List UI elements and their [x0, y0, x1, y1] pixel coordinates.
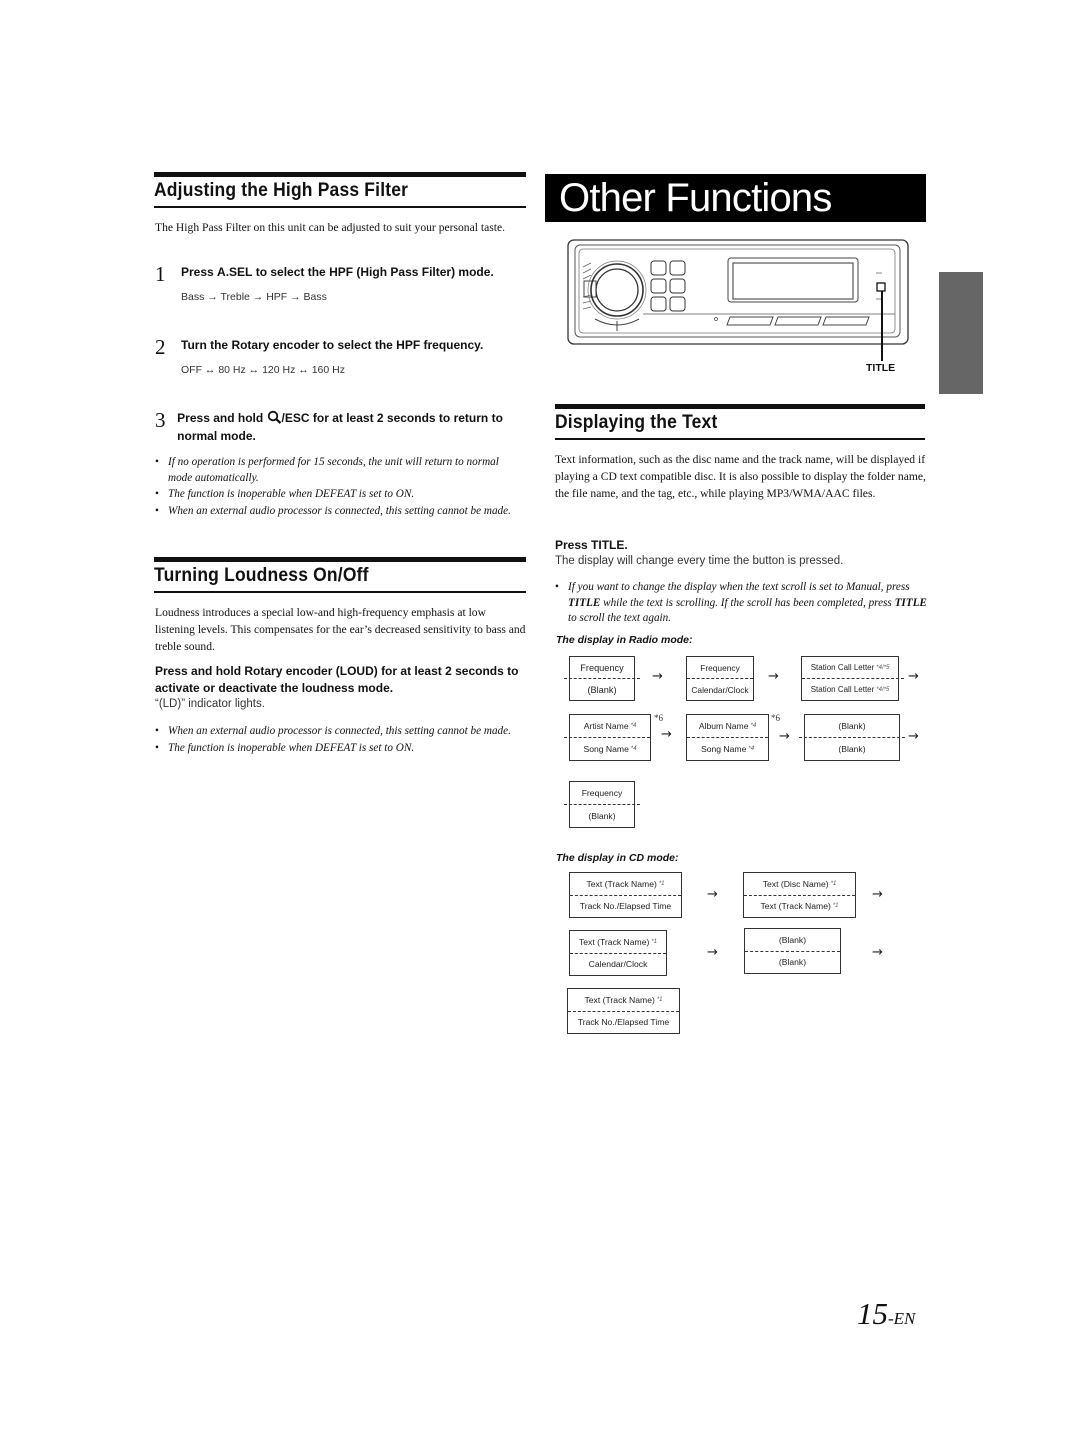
display-text-heading: Displaying the Text [555, 412, 718, 433]
radio-display-box: (Blank) (Blank) [799, 714, 905, 761]
display-line-top: Text (Track Name) *1 [578, 936, 658, 947]
loudness-notes: When an external audio processor is conn… [155, 724, 527, 757]
display-line-top: Station Call Letter *4/*5 [810, 663, 890, 672]
cd-display-box: Text (Track Name) *1 Track No./Elapsed Ti… [569, 872, 682, 918]
radio-display-box: Album Name *4 Song Name *4 [686, 714, 769, 761]
title-instruction-result: The display will change every time the b… [555, 555, 844, 567]
mode-sequence: Bass → Treble → HPF → Bass [181, 291, 327, 303]
display-line-top: Frequency [581, 788, 623, 798]
display-line-top: Text (Disc Name) *1 [762, 878, 837, 889]
radio-display-box: Frequency (Blank) [564, 656, 640, 701]
chapter-side-tab [939, 272, 983, 394]
note-item: When an external audio processor is conn… [155, 504, 525, 520]
display-line-bottom: Track No./Elapsed Time [577, 1017, 670, 1028]
loudness-section-heading: Turning Loudness On/Off [154, 557, 526, 593]
loudness-heading: Turning Loudness On/Off [154, 565, 369, 586]
next-arrow: → [872, 945, 883, 960]
display-line-bottom: (Blank) [588, 811, 616, 821]
key-label: A.SEL [217, 265, 253, 279]
step-number: 2 [155, 335, 166, 359]
display-line-bottom: (Blank) [838, 744, 866, 754]
radio-mode-caption: The display in Radio mode: [556, 634, 693, 646]
next-arrow: → [768, 669, 779, 684]
step-instruction: Turn the Rotary encoder to select the HP… [181, 338, 484, 352]
note-item: The function is inoperable when DEFEAT i… [155, 487, 525, 503]
title-button-label: TITLE [866, 362, 896, 374]
cd-display-box: Text (Track Name) *1 Track No./Elapsed Ti… [567, 988, 680, 1034]
key-label: Rotary encoder [244, 664, 333, 678]
display-line-bottom: Song Name *4 [583, 744, 637, 754]
display-line-top: Frequency [580, 662, 624, 673]
note-item: The function is inoperable when DEFEAT i… [155, 741, 527, 757]
hpf-section-heading: Adjusting the High Pass Filter [154, 172, 526, 208]
radio-display-box: Frequency (Blank) [564, 781, 640, 828]
display-line-top: Frequency [700, 662, 740, 673]
hpf-notes: If no operation is performed for 15 seco… [155, 455, 525, 520]
display-text-section-heading: Displaying the Text [555, 404, 925, 440]
display-text-notes: If you want to change the display when t… [555, 580, 927, 628]
title-instruction: Press TITLE. The display will change eve… [555, 537, 927, 569]
cd-display-box: Text (Track Name) *1 Calendar/Clock [569, 930, 667, 976]
key-label: Rotary encoder [231, 338, 320, 352]
note-item: When an external audio processor is conn… [155, 724, 527, 740]
next-arrow: → [908, 729, 919, 744]
footnote-mark: *6 [654, 713, 663, 723]
hpf-step-2: 2 Turn the Rotary encoder to select the … [155, 335, 525, 377]
display-line-top: (Blank) [838, 721, 866, 731]
step-instruction: Press A.SEL to select the HPF (High Pass… [181, 265, 494, 279]
key-label: TITLE [591, 538, 625, 552]
radio-display-box: Artist Name *4 Song Name *4 [564, 714, 651, 761]
display-line-top: Album Name *4 [698, 721, 757, 731]
cd-display-box: (Blank) (Blank) [744, 928, 841, 974]
next-arrow: → [908, 669, 919, 684]
step-number: 1 [155, 262, 166, 286]
next-arrow: → [779, 729, 790, 744]
step-number: 3 [155, 408, 166, 432]
note-item: If you want to change the display when t… [555, 580, 927, 627]
display-line-bottom: (Blank) [778, 957, 807, 968]
loudness-instruction: Press and hold Rotary encoder (LOUD) for… [155, 663, 527, 712]
page-number: 15-EN [857, 1296, 916, 1331]
next-arrow: → [652, 669, 663, 684]
display-line-bottom: Text (Track Name) *1 [760, 901, 839, 912]
display-line-bottom: Song Name *4 [700, 744, 755, 754]
loudness-result: “(LD)” indicator lights. [155, 698, 265, 710]
search-icon [267, 410, 282, 428]
title-button-leader-line [881, 291, 883, 361]
display-line-top: Text (Track Name) *1 [584, 994, 663, 1005]
chapter-title-banner: Other Functions [545, 174, 926, 222]
display-line-bottom: (Blank) [587, 684, 617, 695]
key-label: LOUD [339, 664, 374, 678]
cd-display-box: Text (Disc Name) *1 Text (Track Name) *1 [743, 872, 856, 918]
display-line-bottom: Calendar/Clock [588, 959, 648, 970]
hpf-step-1: 1 Press A.SEL to select the HPF (High Pa… [155, 262, 525, 304]
radio-display-box: Frequency Calendar/Clock [686, 656, 754, 701]
display-text-intro: Text information, such as the disc name … [555, 453, 926, 500]
display-line-bottom: Track No./Elapsed Time [579, 901, 672, 912]
cd-mode-caption: The display in CD mode: [556, 852, 679, 864]
footnote-mark: *6 [771, 713, 780, 723]
next-arrow: → [707, 887, 718, 902]
next-arrow: → [872, 887, 883, 902]
next-arrow: → [707, 945, 718, 960]
hpf-step-3: 3 Press and hold /ESC for at least 2 sec… [155, 410, 525, 444]
display-line-bottom: Calendar/Clock [691, 684, 749, 695]
radio-display-box: Station Call Letter *4/*5 Station Call Le… [801, 656, 904, 701]
head-unit-illustration [567, 239, 909, 345]
step-instruction: Press and hold /ESC for at least 2 secon… [177, 410, 503, 443]
frequency-sequence: OFF ↔ 80 Hz ↔ 120 Hz ↔ 160 Hz [181, 364, 345, 376]
note-item: If no operation is performed for 15 seco… [155, 455, 525, 486]
display-line-top: Text (Track Name) *1 [586, 878, 665, 889]
hpf-intro: The High Pass Filter on this unit can be… [155, 221, 506, 234]
loudness-intro: Loudness introduces a special low-and hi… [155, 606, 526, 653]
key-label: /ESC [281, 411, 310, 425]
hpf-heading: Adjusting the High Pass Filter [154, 180, 409, 201]
next-arrow: → [661, 727, 672, 742]
display-line-bottom: Station Call Letter *4/*5 [810, 685, 890, 694]
display-line-top: (Blank) [778, 934, 807, 945]
display-line-top: Artist Name *4 [583, 721, 637, 731]
